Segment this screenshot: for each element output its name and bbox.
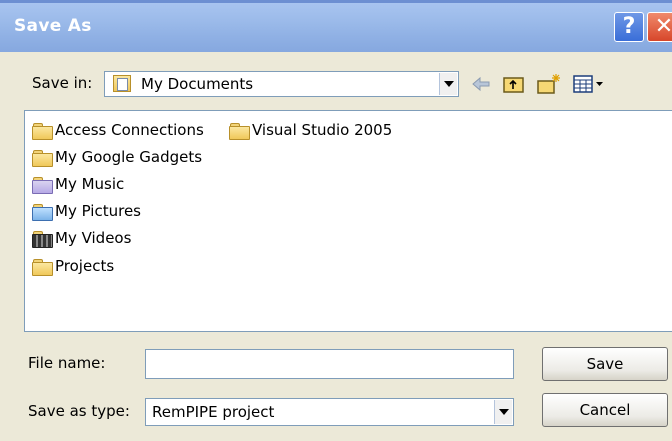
folder-icon [31,120,53,140]
cancel-button[interactable]: Cancel [542,393,668,427]
create-new-folder-icon[interactable] [536,73,562,95]
save-as-type-label: Save as type: [28,402,130,420]
save-in-dropdown[interactable]: My Documents [104,71,459,97]
window-title: Save As [14,16,92,36]
save-button[interactable]: Save [542,347,668,381]
help-button[interactable]: ? [614,12,644,42]
list-item-access-connections[interactable]: Access Connections [31,119,204,141]
folder-icon [228,120,250,140]
folder-icon [31,147,53,167]
pictures-folder-icon [31,201,53,221]
list-item-my-pictures[interactable]: My Pictures [31,200,141,222]
back-arrow-icon[interactable] [470,73,492,95]
save-as-type-value: RemPIPE project [152,403,275,421]
file-name-label: File name: [28,354,106,372]
list-item-projects[interactable]: Projects [31,255,114,277]
list-item-my-music[interactable]: My Music [31,173,124,195]
file-list[interactable]: Access Connections Visual Studio 2005 My… [24,110,672,332]
list-item-visual-studio-2005[interactable]: Visual Studio 2005 [228,119,392,141]
list-item-label: Access Connections [55,121,204,139]
view-menu-icon[interactable] [572,73,606,95]
chevron-down-icon[interactable] [439,73,457,95]
up-one-level-icon[interactable] [502,73,526,95]
save-in-label: Save in: [32,74,93,92]
save-in-value: My Documents [141,75,254,93]
close-button[interactable]: ✕ [647,12,672,42]
list-item-label: My Music [55,175,125,193]
save-as-type-dropdown[interactable]: RemPIPE project [145,398,514,426]
list-item-my-videos[interactable]: My Videos [31,227,131,249]
folder-icon [31,256,53,276]
title-bar: Save As ? ✕ [0,0,672,52]
list-item-label: My Videos [55,229,132,247]
list-item-label: My Pictures [55,202,141,220]
my-documents-icon [113,75,131,92]
file-name-input[interactable] [145,349,514,379]
music-folder-icon [31,174,53,194]
list-item-label: Projects [55,257,115,275]
list-item-label: Visual Studio 2005 [252,121,393,139]
videos-folder-icon [31,228,53,248]
chevron-down-icon[interactable] [494,400,512,424]
list-item-my-google-gadgets[interactable]: My Google Gadgets [31,146,202,168]
list-item-label: My Google Gadgets [55,148,203,166]
